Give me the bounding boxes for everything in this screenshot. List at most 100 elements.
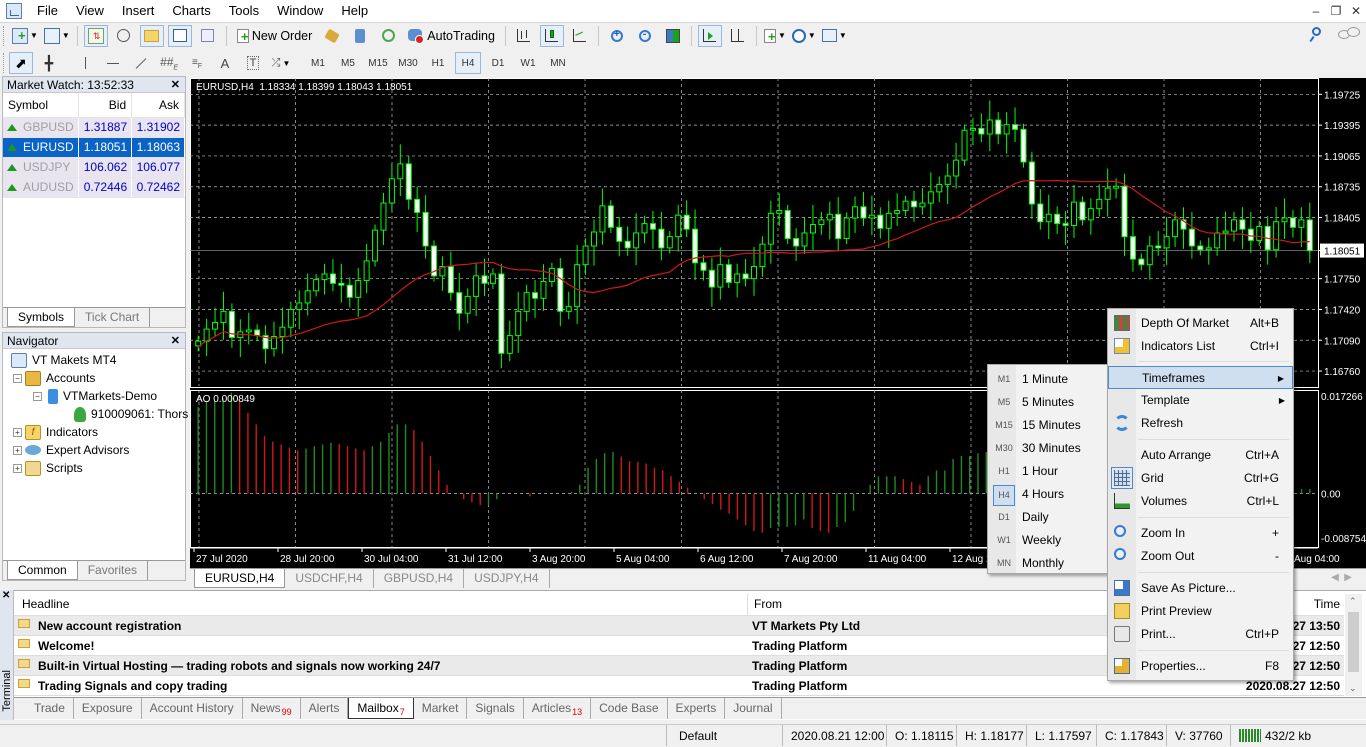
strategy-tester-button[interactable] xyxy=(196,25,220,47)
vps-button[interactable] xyxy=(348,25,372,47)
tab-signals[interactable]: Signals xyxy=(467,698,524,719)
chat-icon[interactable] xyxy=(1338,27,1362,43)
profiles-button[interactable]: ▼ xyxy=(43,25,71,47)
chart-tab-eurusd[interactable]: EURUSD,H4 xyxy=(194,569,286,588)
tree-root[interactable]: VT Makets MT4 xyxy=(11,351,116,369)
toolbar-grip[interactable] xyxy=(3,53,4,73)
timeframe-menu-item-mn[interactable]: MN Monthly xyxy=(988,552,1107,575)
context-menu-item-print-preview[interactable]: Print Preview xyxy=(1108,600,1293,623)
tree-account[interactable]: 910009061: Thors xyxy=(74,405,188,423)
menu-window[interactable]: Window xyxy=(268,0,332,22)
column-ask[interactable]: Ask xyxy=(131,93,185,118)
text-label-button[interactable]: T xyxy=(241,52,265,74)
timeframe-h1-button[interactable]: H1 xyxy=(425,52,451,74)
collapse-icon[interactable]: − xyxy=(33,391,42,401)
candlestick-chart-button[interactable] xyxy=(539,24,564,47)
column-headline[interactable]: Headline xyxy=(22,597,69,611)
crosshair-button[interactable]: ╋ xyxy=(37,52,61,74)
column-symbol[interactable]: Symbol xyxy=(3,93,80,118)
chart-tab-usdchf[interactable]: USDCHF,H4 xyxy=(285,569,374,588)
metaeditor-button[interactable] xyxy=(320,25,344,47)
context-menu-item-timeframes[interactable]: Timeframes ▶ xyxy=(1108,366,1293,389)
timeframe-mn-button[interactable]: MN xyxy=(545,52,571,74)
timeframe-menu-item-w1[interactable]: W1 Weekly xyxy=(988,529,1107,552)
autotrading-button[interactable]: AutoTrading xyxy=(404,25,499,47)
tree-expert-advisors[interactable]: + Expert Advisors xyxy=(13,441,129,459)
tree-server[interactable]: − VTMarkets-Demo xyxy=(33,387,157,405)
tab-favorites[interactable]: Favorites xyxy=(78,561,149,580)
tab-tick-chart[interactable]: Tick Chart xyxy=(75,308,151,327)
chart-shift-button[interactable] xyxy=(726,25,750,47)
templates-button[interactable]: ▼ xyxy=(821,25,848,47)
timeframe-menu-item-m15[interactable]: M15 15 Minutes xyxy=(988,414,1107,437)
tab-news[interactable]: News99 xyxy=(243,698,301,719)
menu-insert[interactable]: Insert xyxy=(113,0,164,22)
new-order-button[interactable]: + New Order xyxy=(233,25,316,47)
timeframe-m30-button[interactable]: M30 xyxy=(395,52,421,74)
context-menu-item-volumes[interactable]: Volumes Ctrl+L xyxy=(1108,490,1293,513)
context-menu-item-save-as-picture[interactable]: Save As Picture... xyxy=(1108,577,1293,600)
timeframe-menu-item-m30[interactable]: M30 30 Minutes xyxy=(988,437,1107,460)
context-menu-item-zoom-in[interactable]: Zoom In + xyxy=(1108,522,1293,545)
tab-code-base[interactable]: Code Base xyxy=(591,698,668,719)
arrows-button[interactable]: ⤮ ▼ xyxy=(269,52,293,74)
fibonacci-button[interactable]: ≡F xyxy=(185,52,209,74)
tab-journal[interactable]: Journal xyxy=(725,698,782,719)
tab-experts[interactable]: Experts xyxy=(668,698,726,719)
timeframe-d1-button[interactable]: D1 xyxy=(485,52,511,74)
line-chart-button[interactable] xyxy=(568,25,592,47)
timeframe-menu-item-h4[interactable]: H4 4 Hours xyxy=(988,483,1107,506)
symbol-row[interactable]: EURUSD 1.18051 1.18063 xyxy=(3,137,185,158)
toolbar-grip[interactable] xyxy=(3,25,6,46)
collapse-icon[interactable]: − xyxy=(13,373,22,383)
context-menu-item-auto-arrange[interactable]: Auto Arrange Ctrl+A xyxy=(1108,444,1293,467)
status-connection[interactable]: 432/2 kb xyxy=(1230,725,1360,746)
tab-trade[interactable]: Trade xyxy=(26,698,74,719)
symbol-row[interactable]: GBPUSD 1.31887 1.31902 xyxy=(3,117,185,138)
restore-icon[interactable]: ❐ xyxy=(1326,0,1346,22)
data-window-button[interactable] xyxy=(112,25,136,47)
menu-view[interactable]: View xyxy=(67,0,113,22)
tab-exposure[interactable]: Exposure xyxy=(74,698,142,719)
timeframe-m5-button[interactable]: M5 xyxy=(335,52,361,74)
column-bid[interactable]: Bid xyxy=(78,93,133,118)
tree-scripts[interactable]: + Scripts xyxy=(13,459,83,477)
bar-chart-button[interactable] xyxy=(512,25,536,47)
context-menu-item-refresh[interactable]: Refresh xyxy=(1108,412,1293,435)
close-icon[interactable]: ✕ xyxy=(171,77,180,93)
tab-common[interactable]: Common xyxy=(7,561,78,580)
search-icon[interactable] xyxy=(1309,27,1323,43)
tab-symbols[interactable]: Symbols xyxy=(7,308,76,327)
scroll-up-icon[interactable]: ⌃ xyxy=(1349,596,1357,607)
scrollbar-thumb[interactable] xyxy=(1348,612,1359,672)
new-chart-button[interactable]: + ▼ xyxy=(11,25,39,47)
context-menu-item-print[interactable]: Print... Ctrl+P xyxy=(1108,623,1293,646)
context-menu-item-indicators-list[interactable]: Indicators List Ctrl+I xyxy=(1108,335,1293,358)
menu-charts[interactable]: Charts xyxy=(163,0,219,22)
tab-market[interactable]: Market xyxy=(414,698,468,719)
chart-tab-gbpusd[interactable]: GBPUSD,H4 xyxy=(374,569,465,588)
menu-help[interactable]: Help xyxy=(332,0,377,22)
chart-tab-usdjpy[interactable]: USDJPY,H4 xyxy=(464,569,550,588)
close-icon[interactable]: ✕ xyxy=(1346,0,1366,22)
timeframe-h4-button[interactable]: H4 xyxy=(455,52,481,74)
mailbox-scrollbar[interactable]: ⌃ ⌄ xyxy=(1345,594,1362,696)
menu-tools[interactable]: Tools xyxy=(220,0,268,22)
symbol-row[interactable]: AUDUSD 0.72446 0.72462 xyxy=(3,177,185,198)
context-menu-item-template[interactable]: Template ▶ xyxy=(1108,389,1293,412)
text-button[interactable]: A xyxy=(213,52,237,74)
context-menu-item-depth-of-market[interactable]: Depth Of Market Alt+B xyxy=(1108,312,1293,335)
timeframe-m1-button[interactable]: M1 xyxy=(305,52,331,74)
menu-file[interactable]: File xyxy=(28,0,67,22)
expand-icon[interactable]: + xyxy=(13,463,22,473)
periods-button[interactable]: ▼ xyxy=(791,25,817,47)
context-menu-item-properties[interactable]: Properties... F8 xyxy=(1108,655,1293,678)
close-icon[interactable]: ✕ xyxy=(2,590,10,601)
tree-indicators[interactable]: + f Indicators xyxy=(13,423,98,441)
timeframe-menu-item-m5[interactable]: M5 5 Minutes xyxy=(988,391,1107,414)
symbol-row[interactable]: USDJPY 106.062 106.077 xyxy=(3,157,185,178)
scroll-down-icon[interactable]: ⌄ xyxy=(1349,683,1357,694)
terminal-button[interactable] xyxy=(167,24,192,47)
expand-icon[interactable]: + xyxy=(13,427,22,437)
context-menu-item-zoom-out[interactable]: Zoom Out - xyxy=(1108,545,1293,568)
